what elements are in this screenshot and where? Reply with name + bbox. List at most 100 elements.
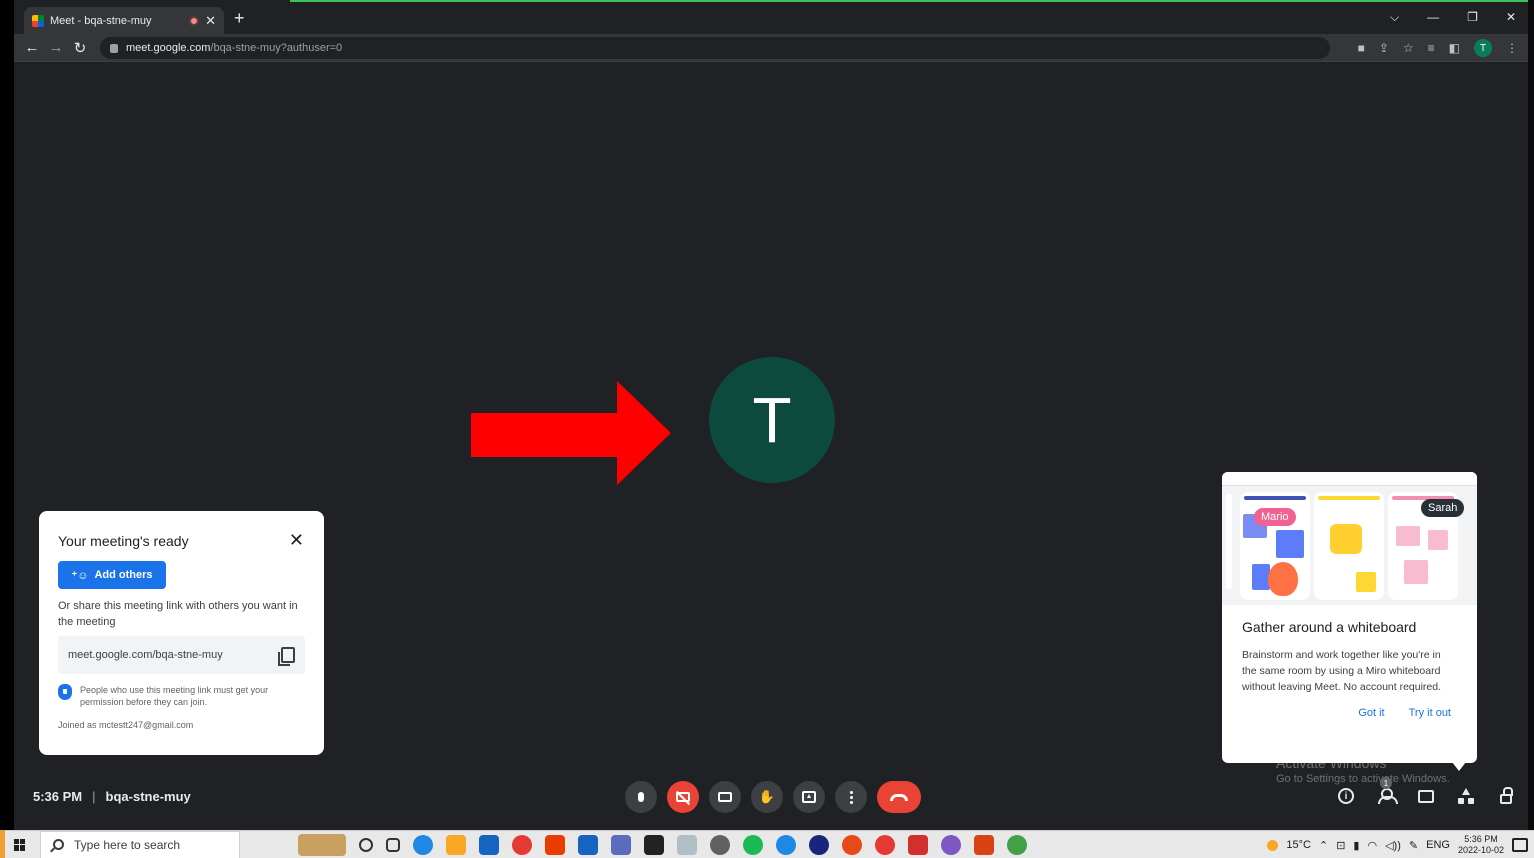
address-bar[interactable]: meet.google.com/bqa-stne-muy?authuser=0 bbox=[100, 37, 1330, 59]
tab-search-icon[interactable]: ⌵ bbox=[1390, 10, 1399, 25]
microphone-icon bbox=[638, 792, 644, 802]
task-view-icon[interactable] bbox=[386, 837, 400, 852]
host-controls-button[interactable] bbox=[1496, 786, 1516, 806]
browser-toolbar: ← → ↻ meet.google.com/bqa-stne-muy?authu… bbox=[14, 34, 1528, 62]
volume-icon[interactable]: ◁)) bbox=[1385, 839, 1401, 852]
search-icon bbox=[53, 839, 64, 850]
chrome-active-icon[interactable] bbox=[1007, 834, 1027, 855]
windows-logo-icon bbox=[14, 838, 26, 851]
meeting-link-text: meet.google.com/bqa-stne-muy bbox=[68, 649, 223, 661]
chat-button[interactable] bbox=[1416, 786, 1436, 806]
close-window-icon[interactable]: ✕ bbox=[1506, 10, 1516, 25]
reload-icon[interactable]: ↻ bbox=[68, 39, 92, 57]
add-person-icon: ⁺☺ bbox=[71, 569, 89, 582]
office-icon[interactable] bbox=[545, 834, 565, 855]
people-icon bbox=[1377, 788, 1398, 804]
edge-beta-icon[interactable] bbox=[776, 834, 796, 855]
powerpoint-icon[interactable] bbox=[974, 834, 994, 855]
camera-off-icon bbox=[676, 792, 690, 802]
more-vert-icon bbox=[849, 795, 853, 799]
steam-icon[interactable] bbox=[809, 834, 829, 855]
cursor-tag-sarah: Sarah bbox=[1421, 499, 1465, 517]
share-icon[interactable]: ⇪ bbox=[1379, 41, 1389, 55]
media-app-icon[interactable] bbox=[644, 834, 664, 855]
call-controls: ✋ bbox=[625, 781, 921, 813]
tab-title: Meet - bqa-stne-muy bbox=[50, 14, 152, 27]
mic-tray-icon[interactable]: ▮ bbox=[1353, 839, 1359, 852]
watermark-subtitle: Go to Settings to activate Windows. bbox=[1276, 773, 1450, 785]
notifications-icon[interactable] bbox=[1512, 838, 1528, 852]
panel-bar bbox=[1318, 496, 1380, 500]
end-call-icon bbox=[890, 793, 908, 801]
tray-overflow-icon[interactable]: ⌃ bbox=[1319, 839, 1328, 852]
activities-button[interactable] bbox=[1456, 786, 1476, 806]
language-indicator[interactable]: ENG bbox=[1426, 839, 1450, 851]
more-options-button[interactable] bbox=[835, 781, 867, 813]
weather-temp[interactable]: 15°C bbox=[1286, 839, 1311, 851]
present-button[interactable] bbox=[793, 781, 825, 813]
whiteboard-promo-card: Mario Sarah Gather around a whiteboard B… bbox=[1222, 472, 1477, 763]
wifi-icon[interactable]: ◠ bbox=[1367, 839, 1377, 852]
spotify-icon[interactable] bbox=[743, 834, 763, 855]
side-panel-icon[interactable]: ◧ bbox=[1449, 41, 1460, 55]
minimize-icon[interactable]: — bbox=[1427, 10, 1439, 25]
try-it-out-button[interactable]: Try it out bbox=[1409, 707, 1451, 719]
clock-date: 2022-10-02 bbox=[1457, 845, 1504, 855]
weather-icon[interactable] bbox=[1267, 839, 1279, 851]
cursor-tag-mario: Mario bbox=[1254, 508, 1296, 526]
promo-pointer bbox=[1452, 762, 1466, 771]
browser-tab[interactable]: Meet - bqa-stne-muy ✕ bbox=[24, 7, 224, 34]
file-explorer-icon[interactable] bbox=[446, 834, 466, 855]
close-icon[interactable]: ✕ bbox=[289, 531, 304, 549]
camera-in-use-icon[interactable]: ■ bbox=[1358, 41, 1365, 55]
copy-icon[interactable] bbox=[278, 647, 295, 666]
raise-hand-button[interactable]: ✋ bbox=[751, 781, 783, 813]
meeting-details-button[interactable]: i bbox=[1336, 786, 1356, 806]
chrome-icon[interactable] bbox=[512, 834, 532, 855]
recording-indicator-icon bbox=[189, 15, 200, 26]
bookmark-star-icon[interactable]: ☆ bbox=[1403, 41, 1414, 55]
windows-taskbar: Type here to search 15°C ⌃ ⊡ ▮ ◠ ◁)) ✎ E… bbox=[0, 830, 1534, 858]
pen-icon[interactable]: ✎ bbox=[1409, 839, 1418, 852]
captions-button[interactable] bbox=[709, 781, 741, 813]
photos-icon[interactable] bbox=[677, 834, 697, 855]
network-app-icon[interactable] bbox=[611, 834, 631, 855]
cortana-icon[interactable] bbox=[359, 837, 373, 852]
pinned-app-icon[interactable] bbox=[298, 833, 346, 856]
lock-icon[interactable] bbox=[110, 43, 118, 53]
taskbar-search[interactable]: Type here to search bbox=[40, 830, 240, 858]
reading-list-icon[interactable]: ≡ bbox=[1428, 41, 1435, 55]
meeting-time: 5:36 PM bbox=[33, 789, 83, 804]
chrome-profile-icon[interactable] bbox=[941, 834, 961, 855]
store-icon[interactable] bbox=[479, 834, 499, 855]
new-tab-icon[interactable]: + bbox=[234, 9, 245, 27]
permission-notice: People who use this meeting link must ge… bbox=[58, 684, 305, 708]
meeting-link-field[interactable]: meet.google.com/bqa-stne-muy bbox=[58, 636, 305, 674]
back-icon[interactable]: ← bbox=[20, 39, 44, 56]
got-it-button[interactable]: Got it bbox=[1358, 707, 1384, 719]
chat-icon bbox=[1418, 789, 1434, 803]
taskbar-edge bbox=[0, 830, 5, 858]
restore-icon[interactable]: ❐ bbox=[1467, 10, 1478, 25]
acrobat-icon[interactable] bbox=[908, 834, 928, 855]
profile-avatar[interactable]: T bbox=[1474, 39, 1492, 57]
add-others-button[interactable]: ⁺☺ Add others bbox=[58, 561, 166, 589]
camera-off-button[interactable] bbox=[667, 781, 699, 813]
people-button[interactable]: 1 bbox=[1376, 777, 1398, 806]
promo-description: Brainstorm and work together like you're… bbox=[1242, 649, 1442, 693]
microphone-button[interactable] bbox=[625, 781, 657, 813]
forward-icon[interactable]: → bbox=[44, 39, 68, 56]
browser-menu-icon[interactable]: ⋮ bbox=[1506, 41, 1518, 55]
tab-close-icon[interactable]: ✕ bbox=[205, 13, 216, 29]
vpn-icon[interactable] bbox=[875, 834, 895, 855]
taskbar-clock[interactable]: 5:36 PM 2022-10-02 bbox=[1458, 834, 1504, 856]
leave-call-button[interactable] bbox=[877, 781, 921, 813]
settings-icon[interactable] bbox=[710, 834, 730, 855]
toolbar-actions: ■ ⇪ ☆ ≡ ◧ T ⋮ bbox=[1358, 39, 1518, 57]
mail-icon[interactable] bbox=[578, 834, 598, 855]
edge-icon[interactable] bbox=[413, 834, 433, 855]
network-icon[interactable]: ⊡ bbox=[1336, 839, 1345, 852]
media-player-icon[interactable] bbox=[842, 834, 862, 855]
start-button[interactable] bbox=[0, 831, 40, 858]
taskbar-apps bbox=[298, 833, 1027, 856]
